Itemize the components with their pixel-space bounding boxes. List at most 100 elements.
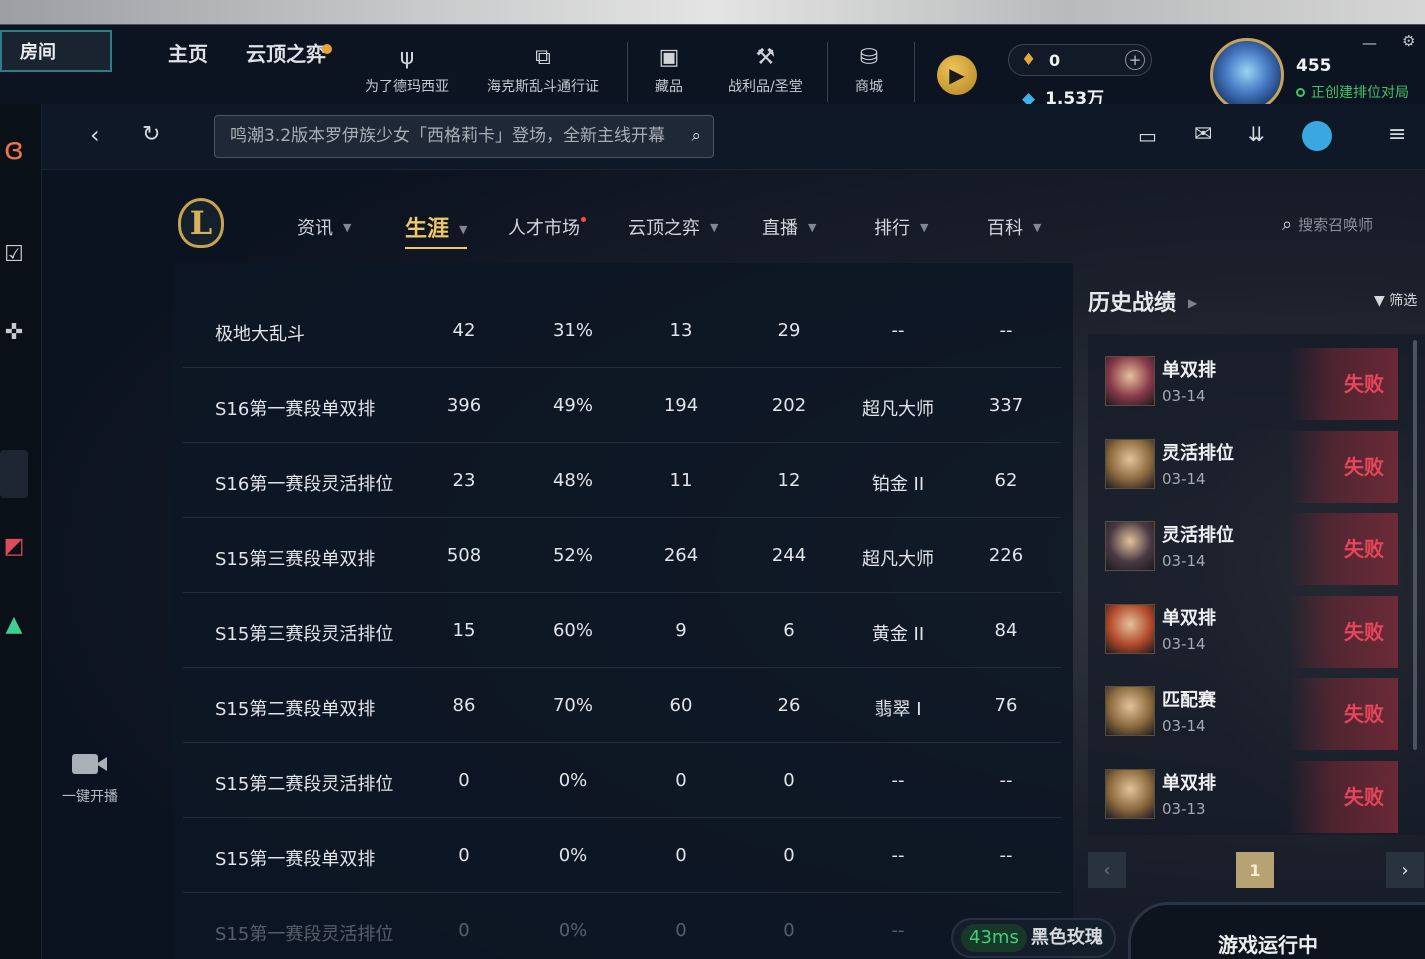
tft-icon[interactable]: ▲ (0, 612, 28, 637)
store-coins-icon: ⛁ (859, 45, 879, 70)
nav-loot[interactable]: ⚒ 战利品/圣堂 (728, 44, 803, 96)
match-result: 失败 (1288, 513, 1398, 585)
tab-tft[interactable]: 云顶之弈 ▼ (628, 214, 718, 240)
cell-wins: 60 (669, 695, 693, 716)
tab-wiki[interactable]: 百科 ▼ (987, 214, 1041, 240)
tab-career-label: 生涯 (405, 217, 450, 242)
menu-icon[interactable]: ≡ (1388, 122, 1406, 147)
gamepad-icon[interactable]: ✜ (0, 320, 28, 345)
table-row: S15第一赛段灵活排位00%00---- (183, 893, 1061, 959)
mail-icon[interactable]: ✉ (1194, 122, 1212, 147)
match-item[interactable]: 单双排 03-13 失败 (1102, 760, 1398, 833)
cell-losses: 244 (771, 545, 807, 566)
settings-gear-icon[interactable]: ⚙ (1402, 32, 1415, 50)
chevron-right-icon: ▶ (1188, 296, 1198, 310)
scrollbar[interactable] (1413, 340, 1417, 750)
cell-wins: 13 (669, 320, 693, 341)
cell-rank: -- (891, 920, 905, 941)
room-button[interactable]: 房间 (0, 30, 112, 72)
nav-loot-label: 战利品/圣堂 (728, 79, 803, 95)
queue-name: S15第三赛段单双排 (215, 549, 376, 570)
prev-page-button[interactable]: ‹ (1088, 852, 1126, 888)
cell-rank: 黄金 II (871, 624, 925, 645)
match-item[interactable]: 匹配赛 03-14 失败 (1102, 678, 1398, 750)
cell-winrate: 60% (552, 620, 593, 641)
ranked-stats-table: 极地大乱斗 42 31% 13 29 -- -- S16第一赛段单双排 396 49% 194 202… (173, 263, 1073, 959)
table-row: S15第三赛段灵活排位 15 60% 9 6 黄金 II 84 (183, 593, 1061, 668)
cell-wins: 11 (669, 470, 693, 491)
table-row: 极地大乱斗 42 31% 13 29 -- -- (183, 293, 1061, 368)
tab-ranking-label: 排行 (874, 218, 910, 239)
cell-games: 23 (452, 470, 476, 491)
stream-label: 一键开播 (62, 789, 118, 805)
filter-icon: ▼ (1374, 293, 1385, 309)
status-label: 正创建排位对局 (1311, 85, 1409, 101)
chat-icon[interactable]: ▭ (1138, 124, 1157, 148)
champion-portrait (1105, 686, 1155, 736)
one-click-stream-button[interactable]: 一键开播 (54, 752, 126, 806)
match-result: 失败 (1288, 348, 1398, 420)
match-item[interactable]: 单双排 03-14 失败 (1102, 595, 1398, 668)
match-mode: 单双排 (1162, 607, 1216, 629)
app-icon[interactable] (1302, 121, 1332, 151)
left-sidebar (0, 104, 42, 959)
table-row: S16第一赛段灵活排位 23 48% 11 12 铂金 II 62 (183, 443, 1061, 518)
table-row: S15第二赛段单双排 86 70% 60 26 翡翠 I 76 (183, 668, 1061, 743)
ping-value: 43ms (961, 924, 1027, 952)
queue-name: S15第三赛段灵活排位 (215, 624, 394, 645)
cell-games: 0 (458, 770, 470, 791)
filter-button[interactable]: ▼ 筛选 (1374, 290, 1417, 310)
summoner-search-input[interactable]: ⌕ 搜索召唤师 (1282, 214, 1373, 235)
match-item[interactable]: 单双排 03-14 失败 (1102, 348, 1398, 420)
nav-collection-label: 藏品 (655, 79, 683, 95)
nav-home[interactable]: 主页 (168, 38, 208, 67)
back-icon[interactable]: ‹ (90, 121, 100, 149)
add-rp-button[interactable]: + (1125, 50, 1145, 70)
match-date: 03-14 (1162, 552, 1206, 570)
table-row: S16第一赛段单双排 396 49% 194 202 超凡大师 337 (183, 368, 1061, 443)
avatar[interactable] (1210, 38, 1284, 112)
cell-rank: 超凡大师 (862, 549, 934, 570)
page-number[interactable]: 1 (1236, 852, 1274, 888)
minimize-button[interactable]: — (1362, 34, 1377, 52)
pass-coin-icon[interactable]: ▶ (937, 55, 977, 95)
nav-hextech-pass[interactable]: ⧉ 海克斯乱斗通行证 (487, 44, 599, 96)
trident-icon: ψ (399, 45, 415, 70)
valorant-icon[interactable]: ◩ (0, 534, 28, 559)
nav-collection[interactable]: ▣ 藏品 (655, 44, 683, 96)
queue-name: 极地大乱斗 (215, 324, 305, 345)
cell-wins: 0 (675, 770, 687, 791)
match-item[interactable]: 灵活排位 03-14 失败 (1102, 430, 1398, 503)
cell-points: 337 (988, 395, 1024, 416)
match-mode: 单双排 (1162, 772, 1216, 794)
match-item[interactable]: 灵活排位 03-14 失败 (1102, 513, 1398, 585)
next-page-button[interactable]: › (1386, 852, 1424, 888)
search-input[interactable]: 鸣潮3.2版本罗伊族少女「西格莉卡」登场，全新主线开幕 ⌕ (214, 115, 714, 158)
cell-rank: 超凡大师 (862, 399, 934, 420)
nav-hextech-pass-label: 海克斯乱斗通行证 (487, 79, 599, 95)
nav-store[interactable]: ⛁ 商城 (855, 44, 883, 96)
status-text: 正创建排位对局 (1296, 82, 1409, 102)
nav-demacia[interactable]: ψ 为了德玛西亚 (365, 44, 449, 96)
match-mode: 灵活排位 (1162, 525, 1234, 546)
game-running-button[interactable]: 游戏运行中 (1128, 902, 1425, 959)
cell-wins: 0 (675, 920, 687, 941)
tab-live[interactable]: 直播 ▼ (762, 214, 816, 240)
tab-news[interactable]: 资讯 ▼ (297, 214, 351, 240)
lol-game-icon[interactable] (0, 450, 28, 498)
match-result: 失败 (1288, 760, 1398, 833)
cell-rank: -- (891, 770, 905, 791)
refresh-icon[interactable]: ↻ (142, 122, 160, 147)
rp-balance: ♦ 0 + (1008, 44, 1152, 76)
download-icon[interactable]: ⇊ (1248, 122, 1265, 146)
brand-logo-icon[interactable]: ɞ (0, 132, 28, 167)
search-icon[interactable]: ⌕ (691, 116, 701, 157)
nav-tft[interactable]: 云顶之弈 (246, 38, 326, 67)
task-icon[interactable]: ☑ (0, 242, 28, 267)
tab-talent-market[interactable]: 人才市场 (508, 214, 586, 240)
tab-wiki-label: 百科 (987, 218, 1023, 239)
chevron-down-icon: ▼ (710, 221, 719, 234)
tab-career[interactable]: 生涯 ▼ (405, 211, 468, 249)
history-title[interactable]: 历史战绩 ▶ (1088, 285, 1197, 317)
tab-ranking[interactable]: 排行 ▼ (874, 214, 928, 240)
